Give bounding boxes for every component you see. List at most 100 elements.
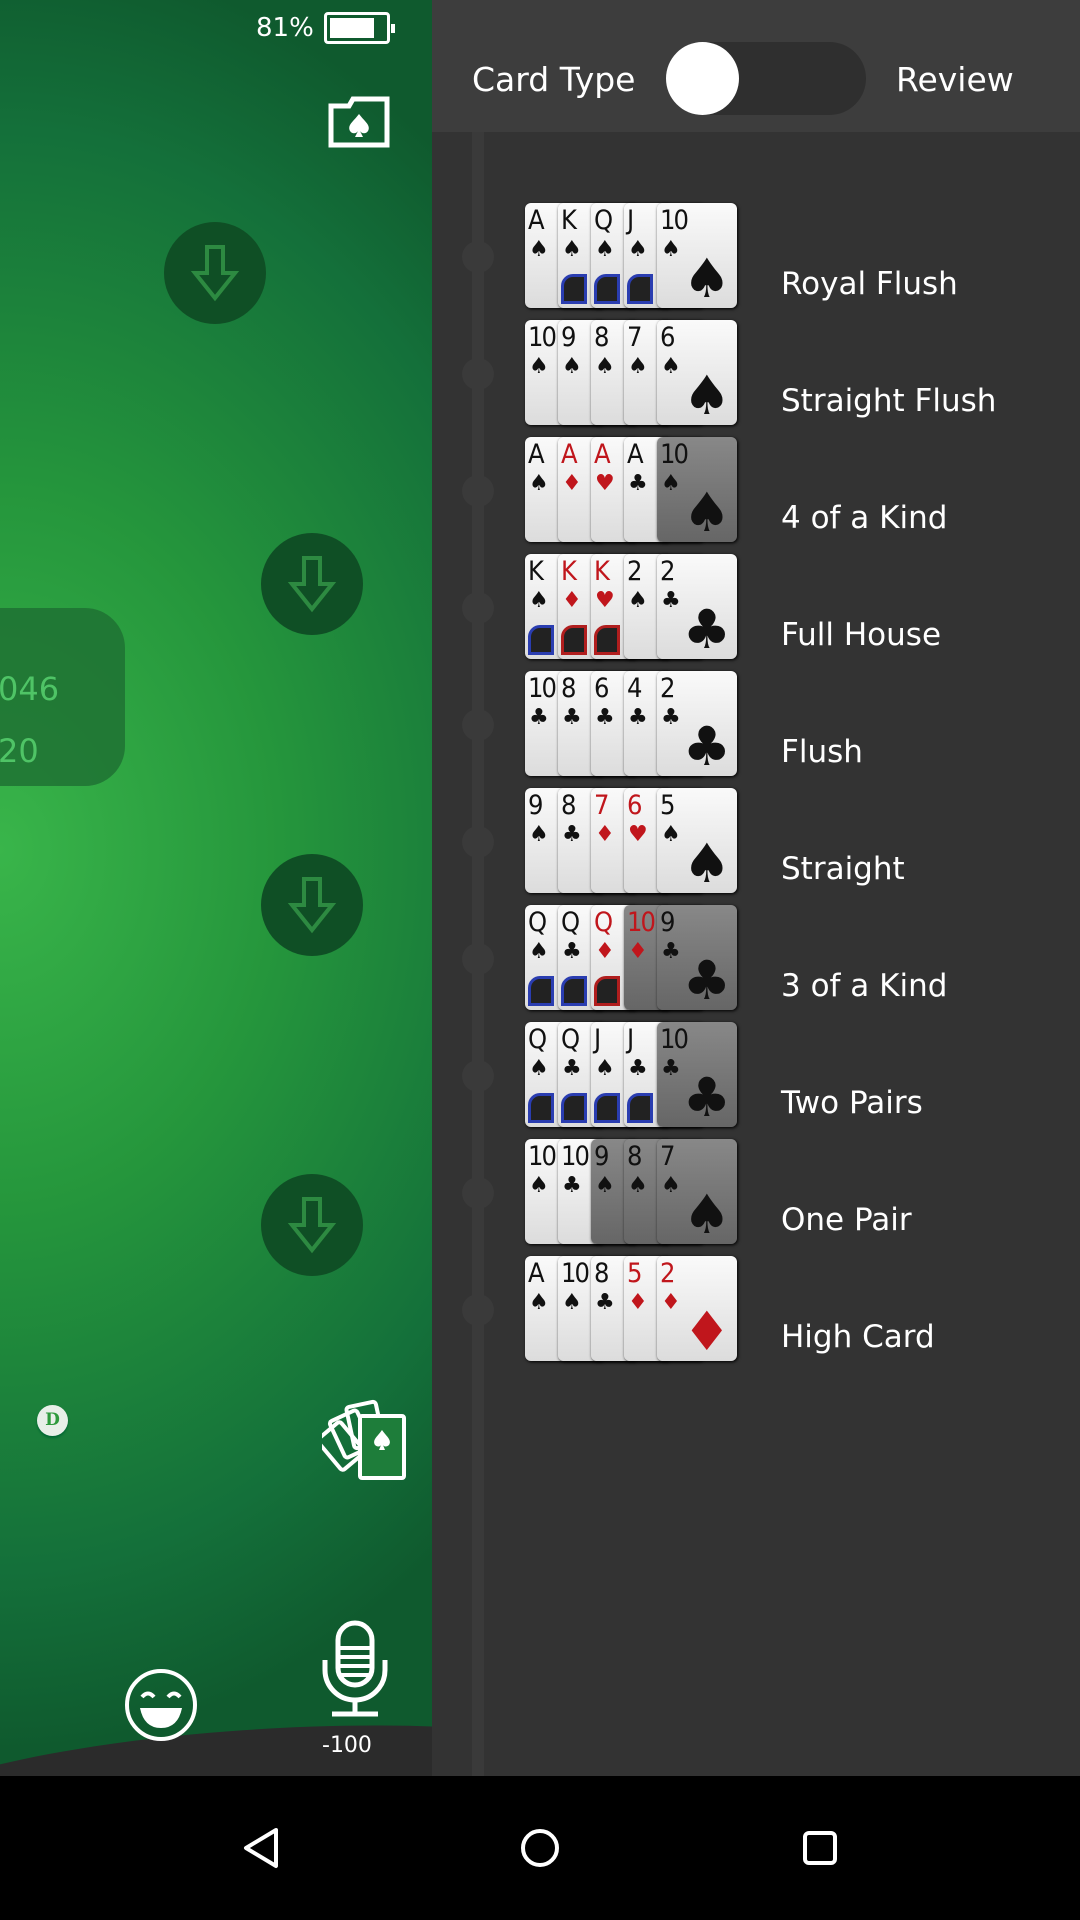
hand-rankings-panel: Card Type Review A ♠ K ♠ Q ♠ J ♠ 10 ♠ ♠ Royal Flush… <box>432 0 1080 1776</box>
card-suit: ♣ <box>595 705 615 730</box>
card-rank: 2 <box>660 556 676 587</box>
hand-example: 9 ♠ 8 ♣ 7 ♦ 6 ♥ 5 ♠ ♠ <box>525 788 737 893</box>
card-rank: 9 <box>528 790 544 821</box>
card-suit: ♦ <box>595 822 615 847</box>
card-rank: J <box>627 1024 634 1055</box>
review-label[interactable]: Review <box>896 60 1014 99</box>
hand-example: 10 ♠ 10 ♣ 9 ♠ 8 ♠ 7 ♠ ♠ <box>525 1139 737 1244</box>
card-suit: ♠ <box>661 354 681 379</box>
card-rank: 10 <box>561 1141 590 1172</box>
folder-spade-icon[interactable] <box>328 96 390 152</box>
smiley-icon[interactable] <box>124 1668 198 1746</box>
card-suit: ♦ <box>628 1290 648 1315</box>
card-suit: ♠ <box>595 1056 615 1081</box>
opponent-panel: 046 20 <box>0 608 125 786</box>
card-suit: ♣ <box>562 1173 582 1198</box>
face-art <box>594 976 620 1006</box>
playing-card: 10 ♠ ♠ <box>657 203 737 308</box>
card-rank: 10 <box>660 1024 689 1055</box>
face-art <box>594 1093 620 1123</box>
home-icon[interactable] <box>520 1828 560 1872</box>
card-rank: 9 <box>594 1141 610 1172</box>
card-rank: A <box>528 205 545 236</box>
microphone-icon[interactable] <box>320 1620 390 1724</box>
card-type-review-toggle[interactable] <box>666 42 866 115</box>
card-suit: ♠ <box>562 237 582 262</box>
hand-example: Q ♠ Q ♣ Q ♦ 10 ♦ 9 ♣ ♣ <box>525 905 737 1010</box>
timeline-node <box>462 241 494 273</box>
card-rank: K <box>528 556 544 587</box>
card-type-label[interactable]: Card Type <box>472 60 636 99</box>
card-suit: ♠ <box>595 1173 615 1198</box>
arrow-down-button[interactable] <box>261 1174 363 1276</box>
hand-rank-label: Straight <box>781 851 905 887</box>
arrow-down-button[interactable] <box>261 533 363 635</box>
card-suit: ♦ <box>628 939 648 964</box>
hand-example: K ♠ K ♦ K ♥ 2 ♠ 2 ♣ ♣ <box>525 554 737 659</box>
timeline-node <box>462 475 494 507</box>
card-suit: ♠ <box>529 237 549 262</box>
timeline-node <box>462 709 494 741</box>
card-rank: A <box>627 439 644 470</box>
card-rank: 8 <box>561 673 577 704</box>
card-suit: ♣ <box>661 588 681 613</box>
card-rank: 6 <box>660 322 676 353</box>
card-suit: ♠ <box>661 471 681 496</box>
card-rank: A <box>528 1258 545 1289</box>
hand-rank-label: 3 of a Kind <box>781 968 948 1004</box>
card-rank: 8 <box>627 1141 643 1172</box>
hand-example: 10 ♠ 9 ♠ 8 ♠ 7 ♠ 6 ♠ ♠ <box>525 320 737 425</box>
face-art <box>627 274 653 304</box>
card-suit: ♠ <box>661 1173 681 1198</box>
back-icon[interactable] <box>240 1826 282 1874</box>
playing-card: 5 ♠ ♠ <box>657 788 737 893</box>
hand-example: 10 ♣ 8 ♣ 6 ♣ 4 ♣ 2 ♣ ♣ <box>525 671 737 776</box>
playing-card: 2 ♣ ♣ <box>657 554 737 659</box>
card-rank: 10 <box>528 322 557 353</box>
android-nav-bar <box>0 1776 1080 1920</box>
hand-rank-label: High Card <box>781 1319 935 1355</box>
hand-example: A ♠ 10 ♠ 8 ♣ 5 ♦ 2 ♦ ♦ <box>525 1256 737 1361</box>
arrow-down-button[interactable] <box>164 222 266 324</box>
card-suit: ♣ <box>562 822 582 847</box>
arrow-down-button[interactable] <box>261 854 363 956</box>
card-rank: 10 <box>660 205 689 236</box>
hand-example: A ♠ K ♠ Q ♠ J ♠ 10 ♠ ♠ <box>525 203 737 308</box>
timeline-node <box>462 943 494 975</box>
toggle-knob[interactable] <box>666 42 739 115</box>
card-rank: 5 <box>627 1258 643 1289</box>
hand-rank-label: Two Pairs <box>781 1085 923 1121</box>
mic-value: -100 <box>322 1733 372 1758</box>
card-suit: ♣ <box>661 1056 681 1081</box>
face-art <box>561 976 587 1006</box>
card-rank: 5 <box>660 790 676 821</box>
face-art <box>528 1093 554 1123</box>
card-suit: ♠ <box>529 354 549 379</box>
timeline-node <box>462 592 494 624</box>
recents-icon[interactable] <box>802 1830 838 1870</box>
card-suit: ♣ <box>595 1290 615 1315</box>
card-rank: K <box>561 205 577 236</box>
card-suit: ♠ <box>628 588 648 613</box>
timeline-node <box>462 358 494 390</box>
card-suit-large: ♣ <box>682 598 731 659</box>
card-suit: ♠ <box>562 1290 582 1315</box>
hand-rank-label: 4 of a Kind <box>781 500 948 536</box>
card-suit-large: ♠ <box>682 1183 731 1244</box>
card-suit: ♠ <box>529 1290 549 1315</box>
card-rank: Q <box>561 907 580 938</box>
card-rank: 9 <box>660 907 676 938</box>
face-art <box>561 625 587 655</box>
playing-card: 2 ♦ ♦ <box>657 1256 737 1361</box>
card-rank: 9 <box>561 322 577 353</box>
card-suit: ♠ <box>529 1056 549 1081</box>
card-suit-large: ♣ <box>682 949 731 1010</box>
cards-icon[interactable] <box>315 1396 408 1486</box>
card-rank: 10 <box>561 1258 590 1289</box>
card-rank: 2 <box>660 673 676 704</box>
card-rank: 7 <box>660 1141 676 1172</box>
hand-rank-label: Royal Flush <box>781 266 958 302</box>
card-suit: ♣ <box>661 705 681 730</box>
card-rank: 6 <box>627 790 643 821</box>
poker-table: 81% 046 20 D -100 <box>0 0 432 1776</box>
